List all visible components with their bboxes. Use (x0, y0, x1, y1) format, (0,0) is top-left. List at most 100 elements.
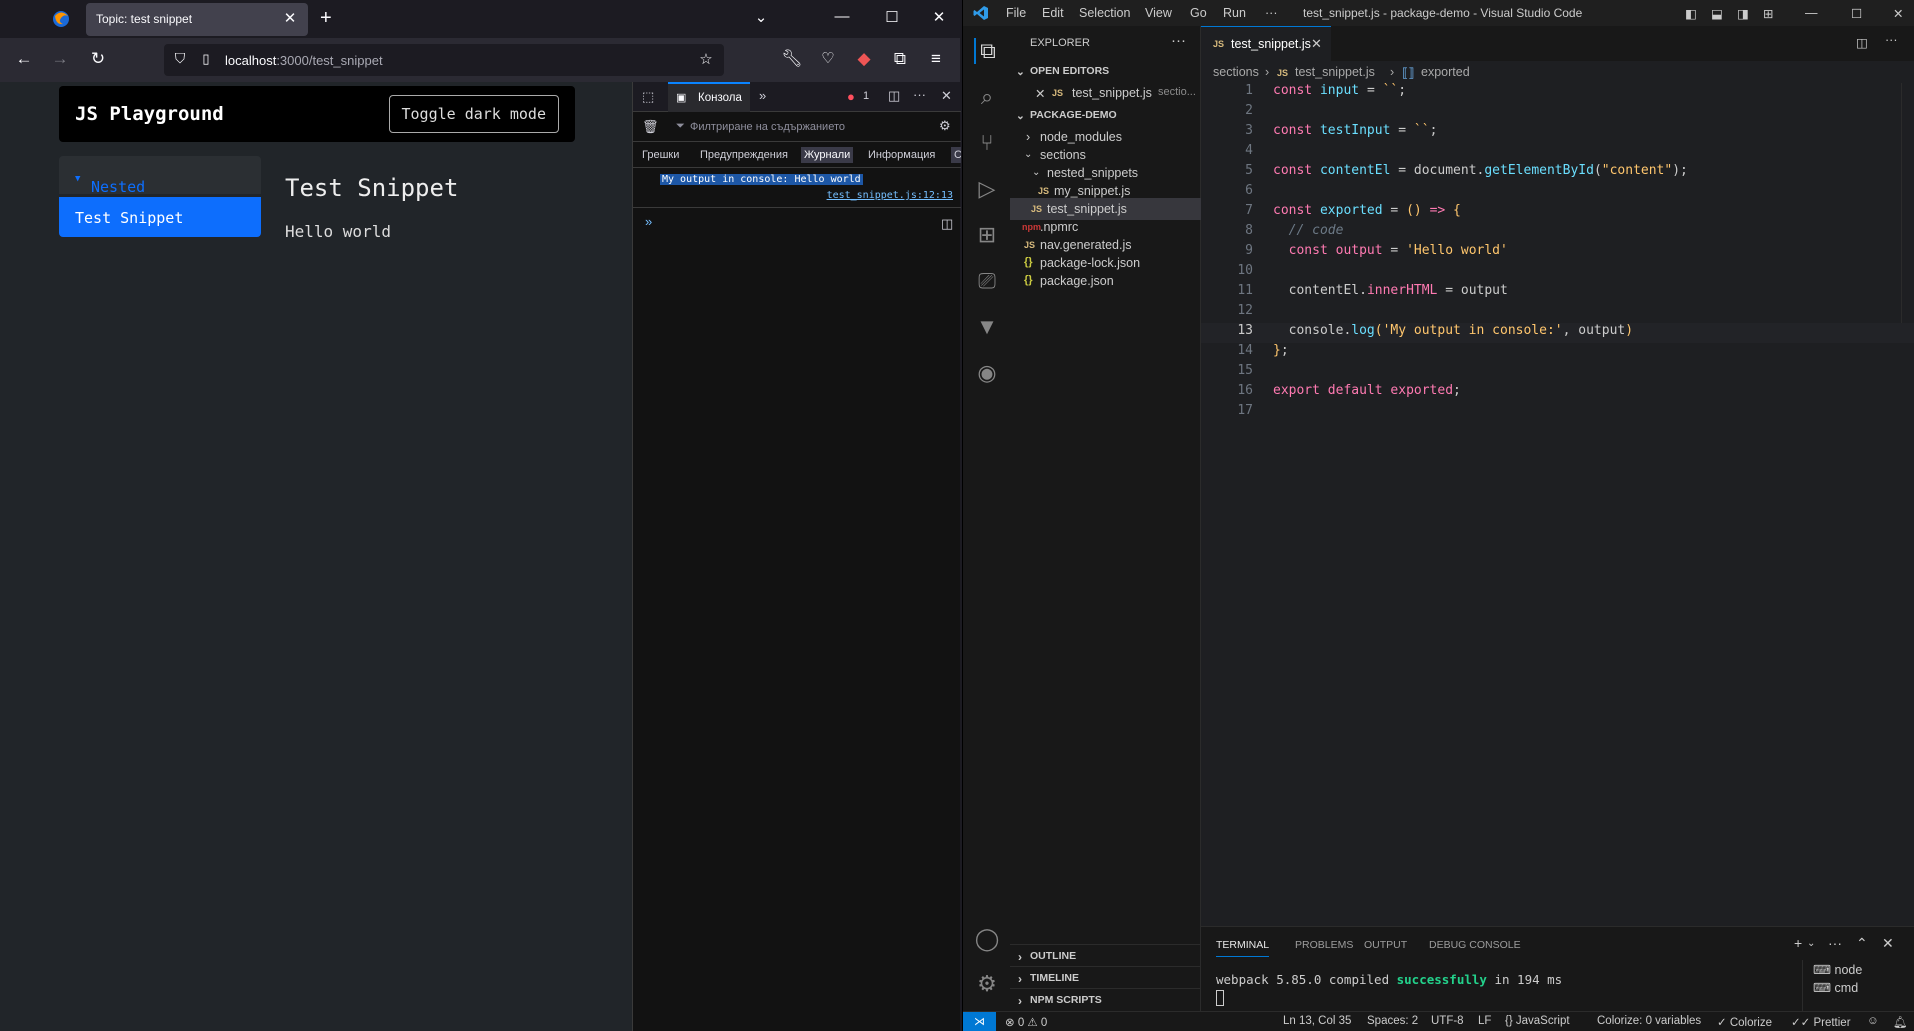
editor-tab-test-snippet[interactable]: JS test_snippet.js ✕ (1201, 26, 1331, 61)
outline-section[interactable]: › OUTLINE (1010, 944, 1201, 966)
url-bar[interactable]: ⛉ ▯ localhost:3000/test_snippet ☆ (164, 44, 724, 76)
menu-icon[interactable]: ≡ (924, 49, 948, 69)
log-source-link[interactable]: test_snippet.js:12:13 (827, 190, 953, 201)
shield-icon[interactable]: ⛉ (168, 50, 192, 67)
trash-icon[interactable]: 🗑︎ (642, 119, 659, 135)
tree-item-package-json[interactable]: {} package.json (1010, 270, 1201, 292)
url-text[interactable]: localhost:3000/test_snippet (225, 53, 383, 68)
remote-icon[interactable]: ⋊ (963, 1012, 996, 1031)
menu-file[interactable]: File (1006, 6, 1026, 20)
editor-scrollbar[interactable] (1901, 83, 1914, 323)
status-language[interactable]: {} JavaScript (1505, 1015, 1570, 1027)
git-graph-icon[interactable]: ◉ (974, 360, 1000, 386)
source-control-icon[interactable]: ⑂ (974, 130, 1000, 156)
breadcrumb-symbol[interactable]: exported (1421, 65, 1470, 79)
menu-go[interactable]: Go (1190, 6, 1207, 20)
run-debug-icon[interactable]: ▷ (974, 176, 1000, 202)
settings-gear-icon[interactable]: ⚙ (939, 118, 951, 134)
sidebar-item-test-snippet[interactable]: Test Snippet (59, 197, 261, 237)
level-logs[interactable]: Журнали (801, 147, 854, 163)
explorer-files-icon[interactable]: ⧉ (974, 38, 1000, 64)
status-position[interactable]: Ln 13, Col 35 (1283, 1015, 1351, 1027)
close-window-button[interactable]: ✕ (924, 8, 954, 26)
split-editor-icon[interactable]: ◫ (1856, 35, 1868, 50)
console-filter-input[interactable]: Филтриране на съдържанието (690, 121, 845, 133)
toggle-panel-icon[interactable]: ⬓ (1711, 6, 1723, 21)
toggle-secondary-sidebar-icon[interactable]: ◨ (1737, 6, 1749, 21)
customize-layout-icon[interactable]: ⊞ (1763, 6, 1773, 21)
level-errors[interactable]: Грешки (639, 147, 682, 163)
extensions-icon[interactable]: ⊞ (974, 222, 1000, 248)
terminal-node[interactable]: ⌨ node (1813, 962, 1862, 977)
error-icon[interactable]: ● (847, 89, 855, 104)
console-input-prompt-icon[interactable]: » (645, 214, 652, 229)
level-info[interactable]: Информация (865, 147, 938, 163)
status-colorize-vars[interactable]: Colorize: 0 variables (1597, 1015, 1701, 1027)
toggle-dark-mode-button[interactable]: Toggle dark mode (388, 95, 559, 133)
new-terminal-icon[interactable]: + (1794, 935, 1802, 951)
brand[interactable]: JS Playground (75, 103, 224, 125)
tab-problems[interactable]: PROBLEMS (1295, 939, 1353, 951)
terminal-cmd[interactable]: ⌨ cmd (1813, 980, 1858, 995)
status-spaces[interactable]: Spaces: 2 (1367, 1015, 1418, 1027)
maximize-panel-icon[interactable]: ⌃ (1856, 935, 1868, 952)
close-editor-icon[interactable]: ✕ (1035, 86, 1045, 101)
terminal-cursor[interactable] (1216, 990, 1224, 1006)
status-colorize[interactable]: ✓ Colorize (1717, 1015, 1772, 1029)
notifications-bell-icon[interactable]: 🔔︎ (1893, 1015, 1908, 1029)
tab-terminal[interactable]: TERMINAL (1216, 939, 1270, 957)
forward-icon[interactable]: → (48, 49, 72, 69)
menu-selection[interactable]: Selection (1079, 6, 1130, 20)
remote-explorer-icon[interactable]: ⎚ (974, 268, 1000, 294)
npm-scripts-section[interactable]: › NPM SCRIPTS (1010, 988, 1201, 1010)
terminal-dropdown-icon[interactable]: ⌄ (1807, 938, 1815, 949)
reload-icon[interactable]: ↻ (86, 49, 110, 69)
firefox-logo-icon[interactable] (51, 9, 71, 29)
extensions-icon[interactable]: ⧉ (888, 49, 912, 69)
editor-more-icon[interactable]: ··· (1885, 33, 1898, 47)
close-window-button[interactable]: ✕ (1893, 6, 1903, 21)
wrench-icon[interactable]: 🔧︎ (780, 49, 804, 69)
tab-list-icon[interactable]: ⌄ (746, 8, 776, 26)
feedback-icon[interactable]: ☺ (1867, 1015, 1879, 1027)
status-encoding[interactable]: UTF-8 (1431, 1015, 1464, 1027)
timeline-section[interactable]: › TIMELINE (1010, 966, 1201, 988)
panel-more-icon[interactable]: ··· (1828, 935, 1842, 951)
terraform-icon[interactable]: ▼ (974, 314, 1000, 340)
manage-gear-icon[interactable]: ⚙ (974, 971, 1000, 997)
level-more[interactable]: С (951, 147, 961, 163)
status-prettier[interactable]: ✓✓ Prettier (1791, 1015, 1851, 1029)
status-eol[interactable]: LF (1478, 1015, 1491, 1027)
status-problems[interactable]: ⊗ 0 ⚠ 0 (1005, 1015, 1047, 1029)
tab-debug-console[interactable]: DEBUG CONSOLE (1429, 939, 1521, 951)
dock-icon[interactable]: ◫ (888, 88, 900, 104)
open-editors-section[interactable]: ⌄ OPEN EDITORS (1010, 60, 1201, 82)
menu-edit[interactable]: Edit (1042, 6, 1064, 20)
search-icon[interactable]: ⌕ (974, 84, 1000, 110)
toggle-sidebar-icon[interactable]: ◧ (1685, 6, 1697, 21)
accounts-icon[interactable]: ◯ (974, 926, 1000, 952)
level-warnings[interactable]: Предупреждения (697, 147, 791, 163)
minimize-button[interactable]: — (827, 8, 857, 25)
more-tabs-icon[interactable]: » (759, 88, 766, 103)
open-editor-item[interactable]: ✕ JS test_snippet.js sectio... (1010, 82, 1201, 104)
nested-snippets-dropdown[interactable]: Nested Snippets ▼ (59, 156, 261, 214)
extension-badge-icon[interactable]: ◆ (852, 49, 876, 69)
breadcrumb-sections[interactable]: sections (1213, 65, 1259, 79)
menu-more[interactable]: ··· (1265, 6, 1278, 20)
close-tab-icon[interactable]: ✕ (1311, 36, 1322, 52)
menu-view[interactable]: View (1145, 6, 1172, 20)
maximize-button[interactable]: ☐ (877, 8, 907, 26)
bookmark-star-icon[interactable]: ☆ (694, 50, 718, 68)
browser-tab[interactable]: Topic: test snippet ✕ (86, 3, 308, 36)
element-picker-icon[interactable]: ⬚ (642, 89, 654, 105)
breadcrumb-file[interactable]: test_snippet.js (1295, 65, 1375, 79)
maximize-button[interactable]: ☐ (1851, 6, 1862, 21)
menu-run[interactable]: Run (1223, 6, 1246, 20)
tab-console[interactable]: ▣ Конзола (668, 82, 750, 112)
more-options-icon[interactable]: ··· (913, 87, 926, 102)
explorer-more-icon[interactable]: ··· (1171, 32, 1186, 49)
pocket-icon[interactable]: ♡ (816, 49, 840, 67)
close-devtools-icon[interactable]: ✕ (941, 88, 952, 104)
back-icon[interactable]: ← (12, 49, 36, 69)
